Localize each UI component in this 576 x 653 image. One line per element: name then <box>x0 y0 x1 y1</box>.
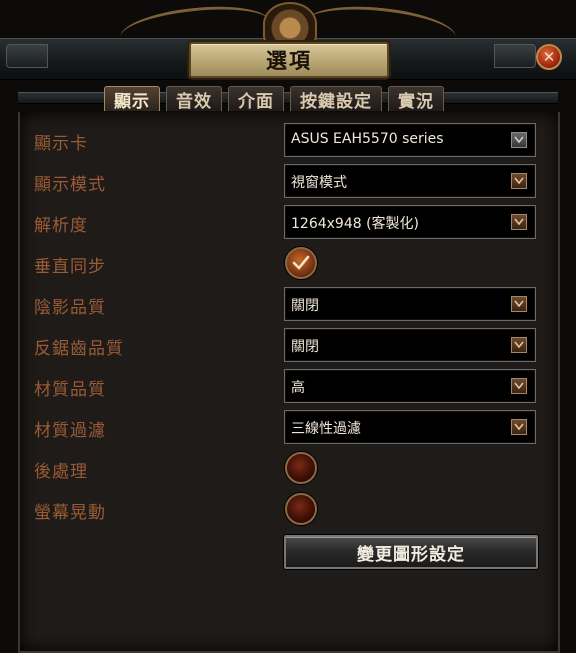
texture-filter-row: 材質過濾 三線性過濾 <box>20 410 558 448</box>
chevron-down-icon[interactable] <box>511 378 527 394</box>
resolution-row: 解析度 1264x948 (客製化) <box>20 205 558 243</box>
graphics-card-row: 顯示卡 ASUS EAH5570 series <box>20 123 558 161</box>
post-processing-label: 後處理 <box>34 462 88 482</box>
tab-bar: 顯示 音效 介面 按鍵設定 實況 <box>104 86 444 112</box>
texture-quality-row: 材質品質 高 <box>20 369 558 407</box>
display-mode-value: 視窗模式 <box>291 175 347 191</box>
antialias-quality-select[interactable]: 關閉 <box>284 328 536 362</box>
tab-display[interactable]: 顯示 <box>104 86 160 112</box>
window-title: 選項 <box>189 42 389 78</box>
vsync-label: 垂直同步 <box>34 257 106 277</box>
post-processing-row: 後處理 <box>20 451 558 489</box>
graphics-card-value: ASUS EAH5570 series <box>291 131 444 147</box>
checkmark-icon <box>292 255 310 270</box>
close-icon: ✕ <box>542 47 556 66</box>
screen-shake-row: 螢幕晃動 <box>20 492 558 530</box>
screen-shake-label: 螢幕晃動 <box>34 503 106 523</box>
shadow-quality-label: 陰影品質 <box>34 298 106 318</box>
display-mode-select[interactable]: 視窗模式 <box>284 164 536 198</box>
settings-panel: 顯示卡 ASUS EAH5570 series 顯示模式 視窗模式 解析度 12… <box>18 112 560 653</box>
chevron-down-icon[interactable] <box>511 132 527 148</box>
chevron-down-icon[interactable] <box>511 173 527 189</box>
tab-streaming[interactable]: 實況 <box>388 86 444 112</box>
post-processing-toggle[interactable] <box>285 452 317 484</box>
tab-keybindings[interactable]: 按鍵設定 <box>290 86 382 112</box>
chevron-down-icon[interactable] <box>511 214 527 230</box>
display-mode-row: 顯示模式 視窗模式 <box>20 164 558 202</box>
tab-interface[interactable]: 介面 <box>228 86 284 112</box>
resolution-value: 1264x948 (客製化) <box>291 216 420 232</box>
antialias-quality-value: 關閉 <box>291 339 319 355</box>
texture-filter-value: 三線性過濾 <box>291 421 361 437</box>
graphics-card-label: 顯示卡 <box>34 134 88 154</box>
screen-shake-toggle[interactable] <box>285 493 317 525</box>
close-button[interactable]: ✕ <box>536 44 562 70</box>
chevron-down-icon[interactable] <box>511 419 527 435</box>
antialias-quality-label: 反鋸齒品質 <box>34 339 124 359</box>
apply-graphics-settings-button[interactable]: 變更圖形設定 <box>284 535 538 569</box>
vsync-toggle[interactable] <box>285 247 317 279</box>
resolution-label: 解析度 <box>34 216 88 236</box>
resolution-select[interactable]: 1264x948 (客製化) <box>284 205 536 239</box>
vsync-row: 垂直同步 <box>20 246 558 284</box>
shadow-quality-row: 陰影品質 關閉 <box>20 287 558 325</box>
chevron-down-icon[interactable] <box>511 337 527 353</box>
tab-sound[interactable]: 音效 <box>166 86 222 112</box>
graphics-card-select[interactable]: ASUS EAH5570 series <box>284 123 536 157</box>
header-cap-right <box>494 44 536 68</box>
texture-filter-select[interactable]: 三線性過濾 <box>284 410 536 444</box>
header-cap-left <box>6 44 48 68</box>
shadow-quality-select[interactable]: 關閉 <box>284 287 536 321</box>
display-mode-label: 顯示模式 <box>34 175 106 195</box>
antialias-quality-row: 反鋸齒品質 關閉 <box>20 328 558 366</box>
texture-quality-label: 材質品質 <box>34 380 106 400</box>
texture-filter-label: 材質過濾 <box>34 421 106 441</box>
texture-quality-select[interactable]: 高 <box>284 369 536 403</box>
texture-quality-value: 高 <box>291 380 305 396</box>
shadow-quality-value: 關閉 <box>291 298 319 314</box>
gear-ornament-icon <box>263 2 317 46</box>
chevron-down-icon[interactable] <box>511 296 527 312</box>
